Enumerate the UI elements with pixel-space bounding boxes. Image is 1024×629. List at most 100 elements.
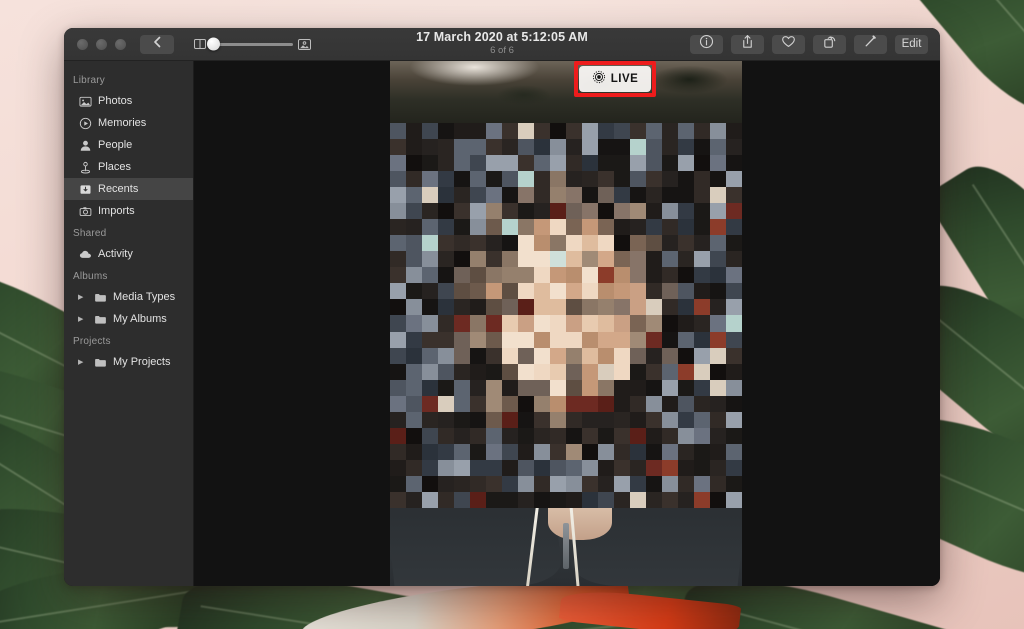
mosaic-tile [406,380,422,396]
mosaic-tile [550,235,566,251]
mosaic-tile [614,315,630,331]
mosaic-tile [486,123,502,139]
enhance-button[interactable] [854,35,887,54]
back-button[interactable] [140,35,174,54]
mosaic-tile [406,428,422,444]
mosaic-tile [710,428,726,444]
mosaic-tile [534,332,550,348]
mosaic-tile [726,476,742,492]
mosaic-tile [694,203,710,219]
mosaic-tile [486,332,502,348]
chevron-right-icon[interactable]: ▶ [78,294,86,301]
edit-button[interactable]: Edit [895,35,928,54]
chevron-right-icon[interactable]: ▶ [78,316,86,323]
mosaic-tile [582,155,598,171]
mosaic-tile [406,267,422,283]
zoom-slider-track[interactable] [211,43,293,46]
mosaic-tile [454,235,470,251]
mosaic-tile [614,171,630,187]
sidebar-item-activity[interactable]: Activity [64,243,193,265]
rotate-button[interactable] [813,35,846,54]
mosaic-tile [694,283,710,299]
mosaic-tile [694,364,710,380]
mosaic-tile [470,139,486,155]
mosaic-tile [678,332,694,348]
mosaic-tile [662,380,678,396]
mosaic-tile [518,283,534,299]
mosaic-tile [438,412,454,428]
sidebar-item-recents[interactable]: Recents [64,178,193,200]
mosaic-tile [598,299,614,315]
mosaic-tile [726,348,742,364]
mosaic-tile [710,332,726,348]
close-button[interactable] [77,39,88,50]
mosaic-tile [678,219,694,235]
mosaic-tile [646,428,662,444]
sidebar-item-people[interactable]: People [64,134,193,156]
mosaic-tile [438,444,454,460]
zoom-slider[interactable] [194,39,311,50]
favorite-button[interactable] [772,35,805,54]
mosaic-tile [566,364,582,380]
mosaic-tile [454,460,470,476]
mosaic-tile [390,251,406,267]
minimize-button[interactable] [96,39,107,50]
mosaic-tile [630,315,646,331]
mosaic-tile [566,380,582,396]
mosaic-tile [630,460,646,476]
sidebar-item-label: People [98,139,132,151]
mosaic-tile [406,315,422,331]
traffic-light-buttons[interactable] [77,39,126,50]
recents-icon [78,182,92,196]
mosaic-tile [502,348,518,364]
chevron-right-icon[interactable]: ▶ [78,359,86,366]
mosaic-tile [614,348,630,364]
sidebar-item-media-types[interactable]: ▶ Media Types [64,286,193,308]
mosaic-tile [566,348,582,364]
zoom-slider-knob[interactable] [207,38,220,51]
mosaic-tile [726,123,742,139]
mosaic-tile [390,348,406,364]
mosaic-tile [406,444,422,460]
mosaic-tile [422,139,438,155]
mosaic-tile [630,364,646,380]
mosaic-tile [694,267,710,283]
sidebar-item-places[interactable]: Places [64,156,193,178]
sidebar-item-my-projects[interactable]: ▶ My Projects [64,351,193,373]
mosaic-tile [678,380,694,396]
mosaic-tile [598,348,614,364]
mosaic-tile [534,412,550,428]
mosaic-tile [390,492,406,508]
sidebar-item-photos[interactable]: Photos [64,90,193,112]
mosaic-tile [470,171,486,187]
mosaic-tile [614,492,630,508]
sidebar-item-memories[interactable]: Memories [64,112,193,134]
mosaic-tile [454,492,470,508]
mosaic-tile [614,219,630,235]
share-button[interactable] [731,35,764,54]
mosaic-tile [518,492,534,508]
sidebar-item-imports[interactable]: Imports [64,200,193,222]
mosaic-tile [630,283,646,299]
mosaic-tile [390,476,406,492]
page-title: 17 March 2020 at 5:12:05 AM [416,30,588,44]
mosaic-tile [550,155,566,171]
info-button[interactable] [690,35,723,54]
mosaic-tile [582,235,598,251]
mosaic-tile [694,396,710,412]
mosaic-tile [694,155,710,171]
photo-image[interactable]: LIVE [390,61,742,586]
mosaic-tile [694,187,710,203]
mosaic-tile [598,412,614,428]
mosaic-tile [502,332,518,348]
mosaic-tile [518,187,534,203]
sidebar-item-my-albums[interactable]: ▶ My Albums [64,308,193,330]
mosaic-tile [470,444,486,460]
mosaic-tile [662,155,678,171]
mosaic-tile [470,492,486,508]
mosaic-tile [406,139,422,155]
mosaic-tile [486,283,502,299]
mosaic-tile [694,235,710,251]
zoom-button[interactable] [115,39,126,50]
mosaic-tile [454,267,470,283]
